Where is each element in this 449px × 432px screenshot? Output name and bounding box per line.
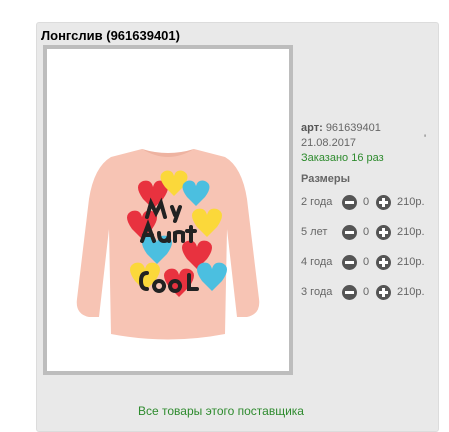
product-date: 21.08.2017 [301,137,357,149]
plus-circle-icon[interactable] [376,225,391,240]
size-price: 210р. [397,286,425,298]
size-price: 210р. [397,196,425,208]
size-price: 210р. [397,256,425,268]
plus-circle-icon[interactable] [376,285,391,300]
minus-circle-icon[interactable] [342,255,357,270]
size-label: 2 года [301,196,333,208]
size-quantity: 0 [363,286,370,298]
date-tick: ' [424,133,427,145]
product-photo[interactable] [47,49,289,371]
sweater-image [76,149,260,340]
ordered-count: Заказано 16 раз [301,152,384,164]
size-label: 5 лет [301,226,328,238]
plus-circle-icon[interactable] [376,195,391,210]
minus-circle-icon[interactable] [342,225,357,240]
size-quantity: 0 [363,256,370,268]
size-quantity: 0 [363,226,370,238]
article-label: арт: [301,122,323,134]
sizes-heading: Размеры [301,173,351,185]
article-value: 961639401 [325,122,381,134]
minus-circle-icon[interactable] [342,285,357,300]
size-price: 210р. [397,226,425,238]
minus-circle-icon[interactable] [342,195,357,210]
plus-circle-icon[interactable] [376,255,391,270]
size-label: 4 года [301,256,333,268]
size-quantity: 0 [363,196,370,208]
article-number: арт: 961639401 [301,122,381,134]
product-photo-frame[interactable] [43,45,293,375]
size-label: 3 года [301,286,333,298]
product-title: Лонгслив (961639401) [41,28,180,43]
